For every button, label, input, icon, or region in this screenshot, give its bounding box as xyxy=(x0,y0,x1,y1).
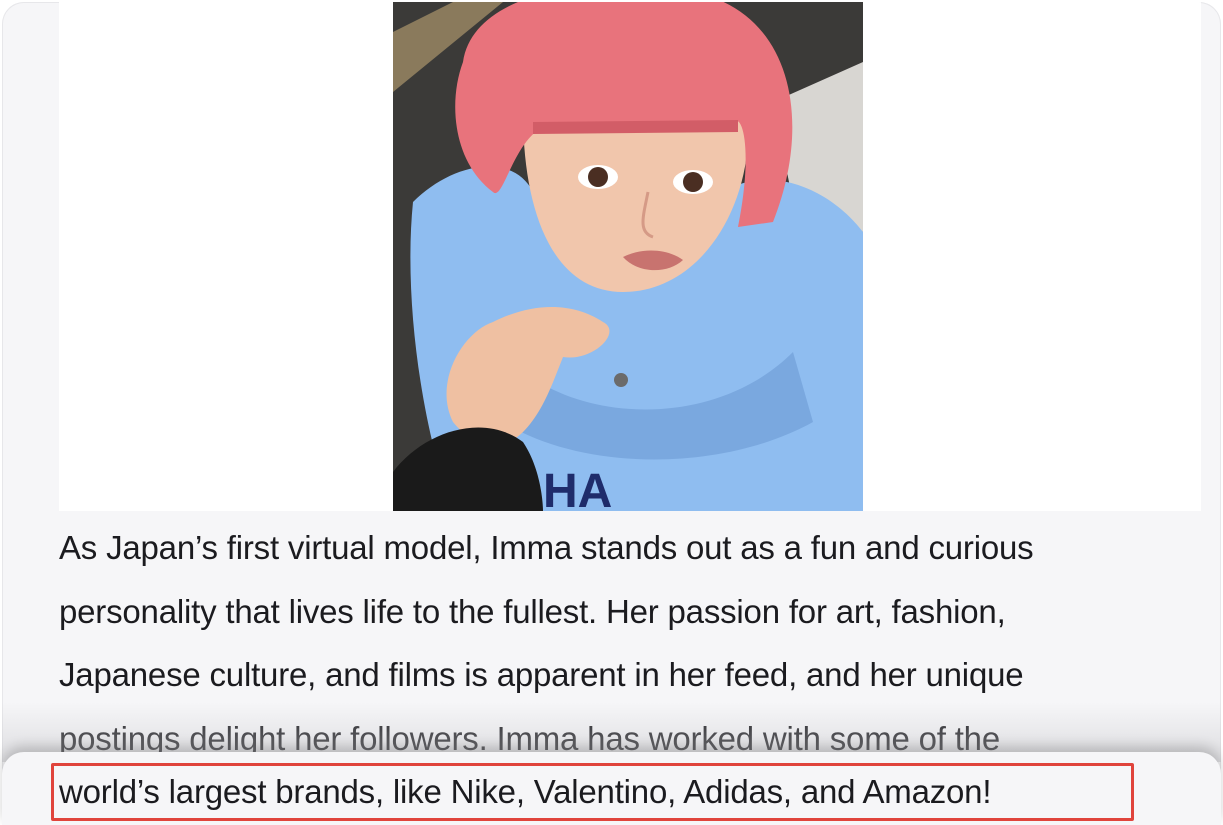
paragraph-line-1: As Japan’s first virtual model, Imma sta… xyxy=(59,529,1034,566)
article-photo: HA xyxy=(393,2,863,511)
article-paragraph: As Japan’s first virtual model, Imma sta… xyxy=(59,516,1179,770)
paragraph-line-3: Japanese culture, and films is apparent … xyxy=(59,656,1024,693)
article-image-frame: HA xyxy=(59,2,1201,511)
imma-portrait-image: HA xyxy=(393,2,863,511)
highlight-box xyxy=(51,763,1134,821)
article-card: HA As Japan’s first virtual model, Imma … xyxy=(2,2,1221,823)
paragraph-line-2: personality that lives life to the fulle… xyxy=(59,592,1006,630)
svg-text:HA: HA xyxy=(543,465,612,511)
screenshot-stage: HA As Japan’s first virtual model, Imma … xyxy=(0,0,1223,825)
